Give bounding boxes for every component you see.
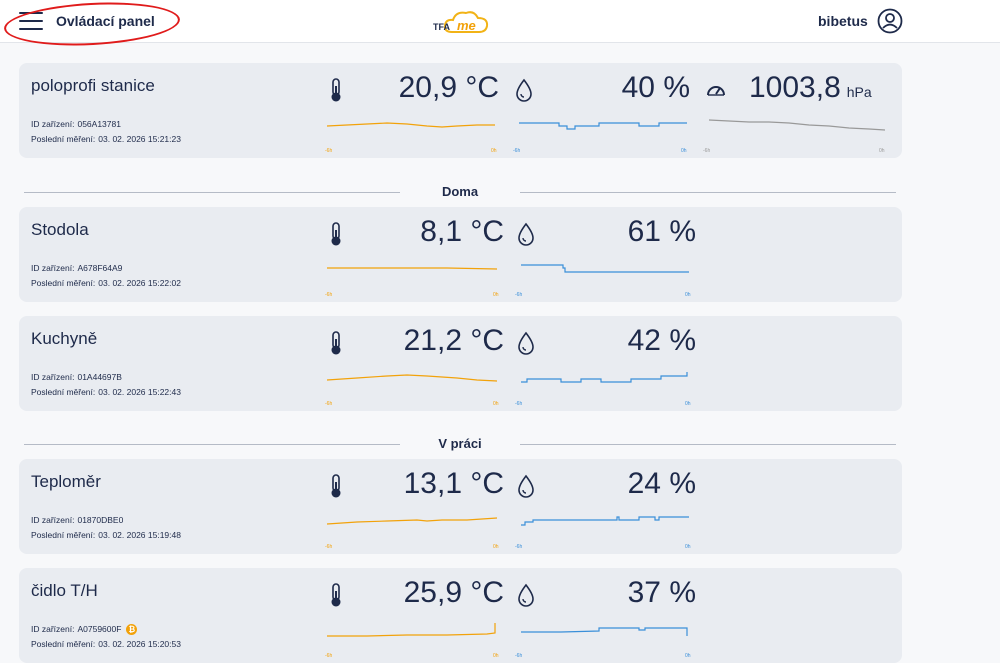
axis-end-label: 0h <box>879 148 885 154</box>
station-card[interactable]: Stodola ID zařízení: A678F64A9 Poslední m… <box>19 207 902 302</box>
device-id: ID zařízení: 01A44697B <box>31 372 122 382</box>
device-id: ID zařízení: A0759600F ₿ <box>31 624 138 636</box>
station-name: Stodola <box>31 220 89 239</box>
axis-start-label: -6h <box>325 292 333 298</box>
thermometer-icon <box>331 583 341 607</box>
axis-end-label: 0h <box>685 544 691 550</box>
station-name: poloprofi stanice <box>31 76 155 95</box>
last-measurement: Poslední měření: 03. 02. 2026 15:21:23 <box>31 134 181 144</box>
pressure-sparkline <box>709 119 885 131</box>
last-measurement: Poslední měření: 03. 02. 2026 15:22:02 <box>31 278 181 288</box>
axis-start-label: -6h <box>325 653 333 659</box>
pressure-value: 1003,8 hPa <box>749 71 872 104</box>
thermometer-icon <box>331 78 341 102</box>
thermometer-icon <box>331 474 341 498</box>
station-name: Teploměr <box>31 472 101 491</box>
red-annotation-circle <box>3 0 181 50</box>
humidity-value: 40 % <box>621 71 690 104</box>
temperature-sparkline <box>327 267 497 270</box>
temperature-sparkline <box>327 517 497 525</box>
humidity-drop-icon <box>518 583 534 607</box>
last-measurement: Poslední měření: 03. 02. 2026 15:20:53 <box>31 639 181 649</box>
humidity-sparkline <box>521 627 688 636</box>
group-label-v-praci: V práci <box>400 436 520 451</box>
humidity-value: 61 % <box>627 215 696 248</box>
axis-start-label: -6h <box>325 148 333 154</box>
temperature-value: 21,2 °C <box>403 324 504 357</box>
humidity-drop-icon <box>516 78 532 102</box>
group-label-doma: Doma <box>400 184 520 199</box>
axis-end-label: 0h <box>493 401 499 407</box>
pressure-gauge-icon <box>707 86 725 96</box>
axis-start-label: -6h <box>325 544 333 550</box>
station-card[interactable]: poloprofi stanice ID zařízení: 056A13781 … <box>19 63 902 158</box>
axis-end-label: 0h <box>493 544 499 550</box>
station-card[interactable]: čidlo T/H ID zařízení: A0759600F ₿ Posledn… <box>19 568 902 663</box>
station-name: čidlo T/H <box>31 581 98 600</box>
axis-end-label: 0h <box>685 401 691 407</box>
user-account-icon[interactable] <box>877 8 903 34</box>
tfa-me-logo[interactable]: TFA me <box>430 6 494 38</box>
temperature-value: 20,9 °C <box>398 71 499 104</box>
humidity-value: 24 % <box>627 467 696 500</box>
temperature-value: 8,1 °C <box>420 215 504 248</box>
axis-start-label: -6h <box>703 148 711 154</box>
humidity-sparkline <box>521 264 689 273</box>
device-id: ID zařízení: 01870DBE0 <box>31 515 124 525</box>
station-card[interactable]: Teploměr ID zařízení: 01870DBE0 Poslední … <box>19 459 902 554</box>
axis-start-label: -6h <box>513 148 521 154</box>
humidity-sparkline <box>521 516 689 526</box>
top-bar: Ovládací panel TFA me bibetus <box>0 0 1000 50</box>
last-measurement: Poslední měření: 03. 02. 2026 15:22:43 <box>31 387 181 397</box>
temperature-sparkline <box>327 374 497 382</box>
axis-end-label: 0h <box>685 292 691 298</box>
temperature-value: 13,1 °C <box>403 467 504 500</box>
temperature-sparkline <box>327 623 496 637</box>
device-id: ID zařízení: A678F64A9 <box>31 263 123 273</box>
axis-end-label: 0h <box>491 148 497 154</box>
axis-start-label: -6h <box>515 544 523 550</box>
svg-text:me: me <box>457 18 476 33</box>
axis-end-label: 0h <box>493 292 499 298</box>
station-card[interactable]: Kuchyně ID zařízení: 01A44697B Poslední m… <box>19 316 902 411</box>
thermometer-icon <box>331 222 341 246</box>
axis-start-label: -6h <box>515 292 523 298</box>
humidity-sparkline <box>521 372 688 383</box>
humidity-sparkline <box>519 122 687 130</box>
user-name[interactable]: bibetus <box>818 13 868 29</box>
status-badge[interactable]: ₿ <box>126 624 138 636</box>
humidity-value: 37 % <box>627 576 696 609</box>
humidity-drop-icon <box>518 331 534 355</box>
last-measurement: Poslední měření: 03. 02. 2026 15:19:48 <box>31 530 181 540</box>
axis-start-label: -6h <box>515 401 523 407</box>
axis-end-label: 0h <box>685 653 691 659</box>
humidity-drop-icon <box>518 222 534 246</box>
thermometer-icon <box>331 331 341 355</box>
humidity-value: 42 % <box>627 324 696 357</box>
temperature-sparkline <box>327 122 495 128</box>
axis-start-label: -6h <box>515 653 523 659</box>
station-name: Kuchyně <box>31 329 98 348</box>
svg-text:TFA: TFA <box>433 22 450 32</box>
axis-end-label: 0h <box>493 653 499 659</box>
axis-end-label: 0h <box>681 148 687 154</box>
device-id: ID zařízení: 056A13781 <box>31 119 121 129</box>
humidity-drop-icon <box>518 474 534 498</box>
temperature-value: 25,9 °C <box>403 576 504 609</box>
axis-start-label: -6h <box>325 401 333 407</box>
